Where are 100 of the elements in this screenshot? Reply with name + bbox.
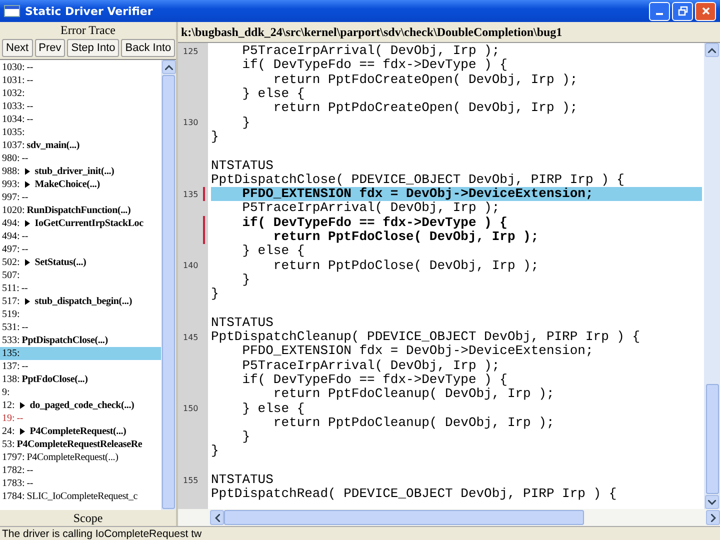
trace-line-number: 988: <box>2 166 20 177</box>
trace-line-number: 1034: <box>2 114 25 125</box>
trace-text: -- <box>26 75 34 86</box>
close-icon <box>700 6 710 16</box>
trace-row[interactable]: 980: -- <box>0 152 161 165</box>
horizontal-scrollbar[interactable] <box>178 509 720 526</box>
trace-row[interactable]: 494: IoGetCurrentIrpStackLoc <box>0 217 161 230</box>
vertical-scrollbar[interactable] <box>704 43 720 509</box>
trace-text: -- <box>16 413 24 424</box>
trace-line-number: 519: <box>2 309 20 320</box>
trace-row[interactable]: 531: -- <box>0 321 161 334</box>
trace-row[interactable]: 1020: RunDispatchFunction(...) <box>0 204 161 217</box>
trace-line-number: 507: <box>2 270 20 281</box>
trace-row[interactable]: 1030: -- <box>0 61 161 74</box>
trace-row[interactable]: 519: <box>0 308 161 321</box>
trace-text: -- <box>26 465 34 476</box>
expand-icon[interactable] <box>24 298 30 305</box>
trace-row[interactable]: 1783: -- <box>0 477 161 490</box>
trace-line-number: 1783: <box>2 478 25 489</box>
trace-row[interactable]: 1037: sdv_main(...) <box>0 139 161 152</box>
trace-row[interactable]: 53: P4CompleteRequestReleaseRe <box>0 438 161 451</box>
trace-line-number: 497: <box>2 244 20 255</box>
trace-row[interactable]: 19: -- <box>0 412 161 425</box>
line-number: 135 <box>183 190 198 199</box>
trace-row[interactable]: 135: <box>0 347 161 360</box>
trace-line-number: 1797: <box>2 452 25 463</box>
code-line: P5TraceIrpArrival( DevObj, Irp ); <box>241 44 500 58</box>
trace-line-number: 517: <box>2 296 20 307</box>
trace-row[interactable]: 138: PptFdoClose(...) <box>0 373 161 386</box>
trace-row[interactable]: 988: stub_driver_init(...) <box>0 165 161 178</box>
trace-line-number: 533: <box>2 335 20 346</box>
trace-row[interactable]: 533: PptDispatchClose(...) <box>0 334 161 347</box>
restore-icon <box>678 6 688 16</box>
trace-row[interactable]: 1035: <box>0 126 161 139</box>
trace-button[interactable]: Next <box>2 39 33 57</box>
vertical-scrollbar[interactable] <box>161 60 176 510</box>
trace-row[interactable]: 24: P4CompleteRequest(...) <box>0 425 161 438</box>
code-line: } <box>211 287 219 302</box>
trace-text: P4CompleteRequest(...) <box>26 452 118 463</box>
trace-row[interactable]: 502: SetStatus(...) <box>0 256 161 269</box>
expand-icon[interactable] <box>20 428 25 435</box>
trace-text: SetStatus(...) <box>34 257 86 268</box>
line-number: 150 <box>183 404 198 414</box>
trace-row[interactable]: 507: <box>0 269 161 282</box>
trace-text: -- <box>22 231 28 242</box>
scroll-thumb[interactable] <box>706 384 718 494</box>
scroll-thumb[interactable] <box>224 510 584 525</box>
trace-text: sdv_main(...) <box>26 140 80 151</box>
code-line: PptDispatchCleanup( PDEVICE_OBJECT DevObj, PIRP Irp ) { <box>211 330 640 344</box>
restore-button[interactable] <box>672 2 693 20</box>
scroll-thumb[interactable] <box>162 75 175 509</box>
trace-row[interactable]: 1797: P4CompleteRequest(...) <box>0 451 161 464</box>
trace-button[interactable]: Step Into <box>67 39 120 57</box>
trace-row[interactable]: 997: -- <box>0 191 161 204</box>
window-icon <box>4 5 20 17</box>
line-number: 140 <box>183 261 198 270</box>
code-line: } else { <box>241 244 305 258</box>
trace-row[interactable]: 494: -- <box>0 230 161 243</box>
trace-row[interactable]: 511: -- <box>0 282 161 295</box>
code-line: P5TraceIrpArrival( DevObj, Irp ); <box>241 201 500 216</box>
expand-icon[interactable] <box>24 259 30 266</box>
code-line: } else { <box>241 87 305 102</box>
trace-line-number: 997: <box>2 192 20 203</box>
file-path: k:\bugbash_ddk_24\src\kernel\parport\sdv\check\DoubleCompletion\bug1 <box>180 24 564 41</box>
minimize-button[interactable] <box>649 2 670 20</box>
code-line: } <box>211 444 219 458</box>
trace-row[interactable]: 497: -- <box>0 243 161 256</box>
trace-line-number: 993: <box>2 179 20 190</box>
trace-line-number: 53: <box>2 439 15 450</box>
trace-row[interactable]: 1032: <box>0 87 161 100</box>
expand-icon[interactable] <box>24 181 30 188</box>
trace-text: -- <box>26 478 34 489</box>
trace-button[interactable]: Prev <box>34 39 66 57</box>
line-number: 130 <box>183 118 198 128</box>
trace-row[interactable]: 9: <box>0 386 161 399</box>
expand-icon[interactable] <box>24 168 30 175</box>
trace-row[interactable]: 1034: -- <box>0 113 161 126</box>
trace-button[interactable]: Back Into <box>121 39 176 57</box>
trace-row[interactable]: 137: -- <box>0 360 161 373</box>
trace-row[interactable]: 1033: -- <box>0 100 161 113</box>
trace-row[interactable]: 517: stub_dispatch_begin(...) <box>0 295 161 308</box>
trace-row[interactable]: 1031: -- <box>0 74 161 87</box>
code-line: } <box>241 430 250 444</box>
expand-icon[interactable] <box>20 402 25 409</box>
close-button[interactable] <box>695 2 716 20</box>
trace-row[interactable]: 12: do_paged_code_check(...) <box>0 399 161 412</box>
trace-text: stub_dispatch_begin(...) <box>34 296 132 307</box>
status-text: The driver is calling IoCompleteRequest tw <box>1 528 202 540</box>
code-line: NTSTATUS <box>211 158 274 173</box>
code-line: return PptPdoClose( DevObj, Irp ); <box>272 258 539 273</box>
code-line: P5TraceIrpArrival( DevObj, Irp ); <box>241 358 500 373</box>
trace-row[interactable]: 1782: -- <box>0 464 161 477</box>
trace-line-number: 137: <box>2 361 20 372</box>
trace-row[interactable]: 1784: SLIC_IoCompleteRequest_c <box>0 490 161 503</box>
trace-text: SLIC_IoCompleteRequest_c <box>26 491 138 502</box>
expand-icon[interactable] <box>24 220 30 227</box>
minimize-icon <box>656 13 663 15</box>
code-line: } <box>241 116 250 130</box>
code-line: return PptFdoClose( DevObj, Irp ); <box>272 230 539 244</box>
trace-row[interactable]: 993: MakeChoice(...) <box>0 178 161 191</box>
